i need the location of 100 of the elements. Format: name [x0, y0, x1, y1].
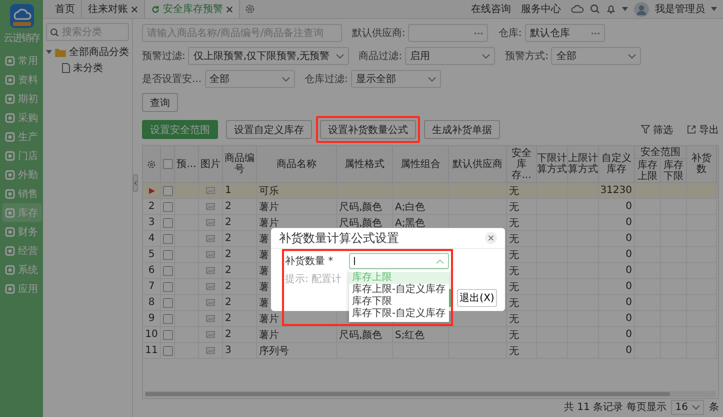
column-header: 补货数: [690, 153, 712, 175]
field-label: 默认供应商:: [352, 26, 406, 40]
table-cell-text: 尺码,颜色: [339, 328, 382, 342]
column-header: 属性组合: [400, 158, 440, 170]
field-label: 仓库过滤:: [304, 72, 348, 86]
tree-item[interactable]: 全部商品分类: [46, 44, 129, 60]
column-header: 预...: [176, 158, 196, 170]
hint-text: 提示: 配置计: [285, 272, 342, 286]
column-header: 属性格式: [344, 158, 384, 170]
dropdown-option[interactable]: 库存下限: [349, 296, 449, 308]
row-number: 10: [145, 329, 158, 340]
table-row[interactable]: 10 2 薯片 尺码,颜色 S;红色 无 0: [143, 327, 718, 343]
table-cell-text: S;红色: [395, 328, 425, 342]
exit-button[interactable]: 退出(X): [457, 289, 497, 307]
table-cell-text: 无: [509, 344, 519, 358]
toolbar-button[interactable]: 设置自定义库存: [226, 120, 312, 139]
toolbar-button[interactable]: 生成补货单据: [424, 120, 500, 139]
field-label: 补货数量 *: [285, 254, 334, 268]
table-row[interactable]: 2 2 薯片 尺码,颜色 A;白色 无 0: [143, 199, 718, 215]
table-cell: 2: [225, 281, 232, 292]
table-cell: 0: [626, 313, 632, 324]
table-cell-text: 无: [509, 296, 519, 310]
column-header: 默认供应商: [452, 158, 502, 170]
header-link[interactable]: 服务中心: [521, 2, 561, 16]
tree-item[interactable]: 未分类: [46, 60, 129, 76]
table-cell: 2: [225, 265, 232, 276]
table-cell-text: A;黑色: [395, 216, 426, 230]
table-cell-text: 可乐: [259, 184, 279, 198]
table-cell-text: 无: [509, 232, 519, 246]
select-field[interactable]: 全部: [204, 70, 295, 88]
table-cell-text: 薯片: [259, 312, 279, 326]
select-field[interactable]: 显示全部: [350, 70, 441, 88]
table-cell-text: 薯片: [259, 328, 279, 342]
header-link[interactable]: 在线咨询: [471, 2, 511, 16]
table-cell: 0: [626, 265, 632, 276]
column-header: 自定义库存: [600, 153, 632, 175]
table-cell: 0: [626, 281, 632, 292]
column-header: 图片: [200, 158, 220, 170]
user-name[interactable]: 我是管理员: [655, 2, 705, 16]
table-cell-text: 尺码,颜色: [339, 200, 382, 214]
table-cell: 2: [225, 313, 232, 324]
table-cell-text: 薯: [259, 280, 269, 294]
row-number: 5: [148, 249, 155, 260]
table-cell-text: 薯: [259, 232, 269, 246]
row-number: 11: [145, 345, 158, 356]
column-header: 库存下限: [662, 160, 684, 182]
table-cell-text: 无: [509, 200, 519, 214]
table-row[interactable]: 11 3 序列号 无 0: [143, 343, 718, 359]
table-cell-text: 无: [509, 280, 519, 294]
table-cell-text: 薯片: [259, 216, 279, 230]
page-size-select[interactable]: 16: [671, 400, 704, 414]
table-cell: 0: [626, 217, 632, 228]
toolbar-link[interactable]: 导出: [687, 122, 719, 136]
table-cell: 0: [626, 297, 632, 308]
select-field[interactable]: 全部: [551, 47, 642, 65]
table-cell: 2: [225, 249, 232, 260]
column-header: 商品编号: [224, 153, 256, 175]
dropdown-option[interactable]: 库存下限-自定义库存: [349, 308, 449, 320]
column-header: 安全库存...: [510, 148, 532, 180]
table-cell: 0: [626, 329, 632, 340]
table-cell-text: 薯片: [259, 200, 279, 214]
table-cell-text: 无: [509, 216, 519, 230]
table-cell: 2: [225, 217, 232, 228]
table-cell: 0: [626, 345, 632, 356]
table-cell-text: 无: [509, 248, 519, 262]
table-cell-text: 无: [509, 184, 519, 198]
row-number: 4: [148, 233, 155, 244]
unit-label: 条: [709, 401, 719, 414]
column-header: 安全范围: [640, 146, 680, 158]
row-number: 3: [148, 217, 155, 228]
field-label: 预警方式:: [505, 50, 548, 63]
picker-field[interactable]: 默认仓库: [524, 24, 605, 42]
toolbar-link[interactable]: 筛选: [641, 122, 673, 136]
table-cell: 2: [225, 329, 232, 340]
field-label: 仓库:: [498, 26, 522, 40]
table-cell-text: 薯: [259, 296, 269, 310]
dialog-title: 补货数量计算公式设置: [279, 230, 399, 246]
tab[interactable]: 首页: [49, 0, 82, 18]
table-cell: 2: [225, 297, 232, 308]
column-header: 上限计算方式: [568, 153, 598, 175]
table-cell-text: 尺码,颜色: [339, 216, 382, 230]
field-label: 是否设置安...: [142, 72, 202, 86]
table-cell-text: 序列号: [259, 344, 289, 358]
table-cell-text: 无: [509, 264, 519, 278]
select-field[interactable]: 启用: [405, 47, 496, 65]
column-header: 商品名称: [276, 158, 316, 170]
table-cell-text: A;白色: [395, 200, 426, 214]
table-cell: 3: [225, 345, 232, 356]
table-row[interactable]: 1 可乐 无 31230: [143, 183, 718, 199]
column-header: 库存上限: [636, 160, 658, 182]
row-number: 6: [148, 265, 155, 276]
column-header: 下限计算方式: [537, 153, 567, 175]
dropdown-option[interactable]: 库存上限-自定义库存: [349, 284, 449, 296]
table-cell-text: 无: [509, 312, 519, 326]
table-cell-text: 无: [509, 328, 519, 342]
table-cell: 2: [225, 201, 232, 212]
query-button[interactable]: 查询: [142, 93, 178, 112]
toolbar-button[interactable]: 设置补货数量公式: [320, 120, 416, 139]
select-field[interactable]: 仅上限预警,仅下限预警,无预警: [188, 47, 349, 65]
field-label: 预警过滤:: [142, 50, 186, 63]
